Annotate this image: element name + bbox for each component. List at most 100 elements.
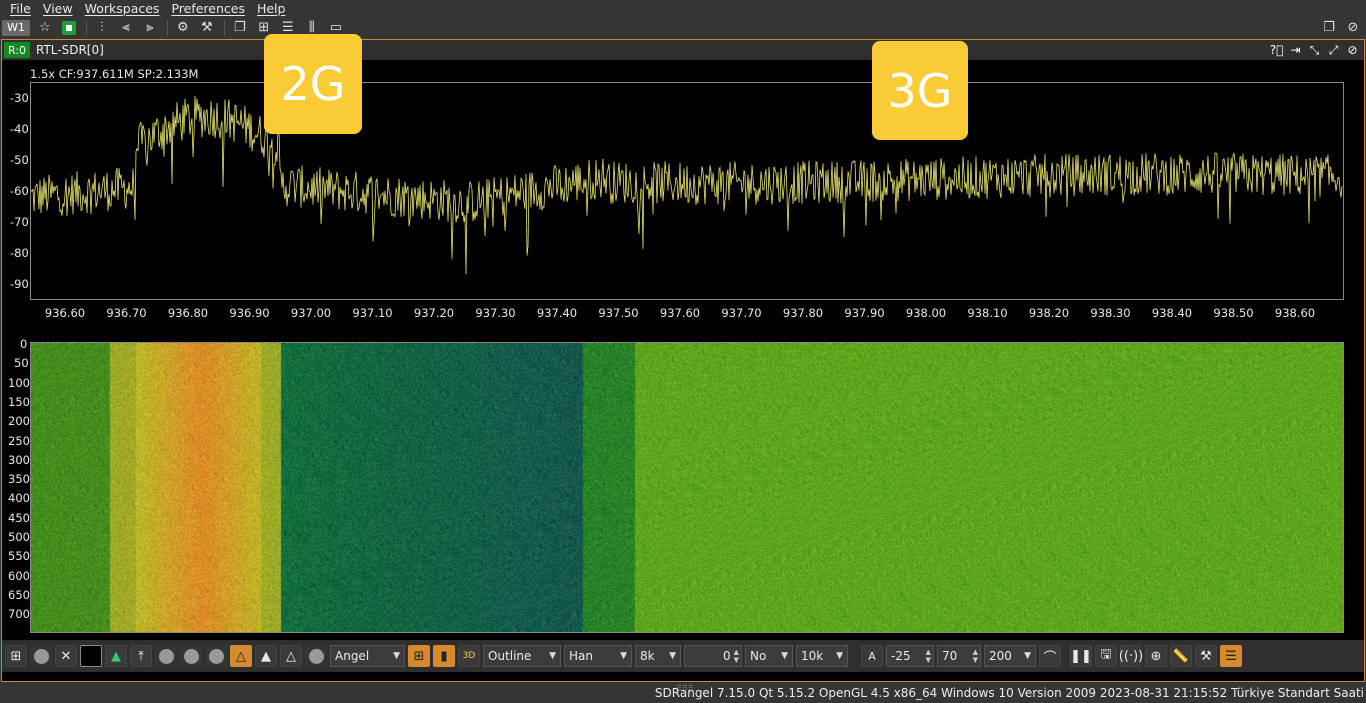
feature-settings-icon[interactable]: ⚒ xyxy=(196,18,218,38)
waterfall-color-icon[interactable] xyxy=(80,645,102,667)
star-icon[interactable]: ☆ xyxy=(34,18,56,38)
help-icon[interactable]: ?⃝ xyxy=(1267,41,1286,59)
add-mimo-icon[interactable]: ⫸ xyxy=(139,18,161,38)
waterfall-tick-label: 50 xyxy=(14,356,29,371)
spectrum-waterfall-icon[interactable]: ⊞ xyxy=(408,645,430,667)
averaging-mode-select[interactable]: No ▼ xyxy=(745,645,793,667)
y-tick-label: -30 xyxy=(10,91,29,105)
x-tick-label: 936.70 xyxy=(106,306,147,320)
grid-intensity-dial[interactable] xyxy=(30,645,52,667)
waterfall-display[interactable] xyxy=(30,342,1344,633)
waterfall-tick-label: 0 xyxy=(20,337,28,351)
auto-scale-button[interactable]: A xyxy=(861,645,883,667)
stop-icon[interactable] xyxy=(58,18,80,38)
add-rx-icon[interactable]: ⫶ xyxy=(91,18,113,38)
overlay-label-2g: 2G xyxy=(264,34,362,134)
rx-badge[interactable]: R:0 xyxy=(4,42,31,58)
maximize-icon[interactable]: ⤢ xyxy=(1324,41,1343,59)
x-tick-label: 936.80 xyxy=(167,306,209,320)
add-tx-icon[interactable]: ⫷ xyxy=(115,18,137,38)
waterfall-tick-label: 250 xyxy=(8,433,30,448)
averaging-select[interactable]: 200 ▼ xyxy=(984,645,1036,667)
toolbar-separator xyxy=(223,19,225,36)
clear-icon[interactable]: ✕ xyxy=(55,645,77,667)
fft-size-select[interactable]: 8k ▼ xyxy=(635,645,681,667)
y-tick-label: -70 xyxy=(10,215,29,229)
menu-preferences[interactable]: Preferences xyxy=(171,1,245,16)
three-d-button[interactable]: 3D xyxy=(458,645,480,667)
workspace-badge[interactable]: W1 xyxy=(2,19,30,36)
decay-dial[interactable] xyxy=(180,645,202,667)
trace-icon[interactable]: ⤒ xyxy=(130,645,152,667)
x-tick-label: 937.00 xyxy=(290,306,332,320)
range-spin[interactable]: 70 ▲ ▼ xyxy=(937,645,981,667)
x-tick-label: 938.00 xyxy=(905,306,947,320)
linear-scale-icon[interactable]: ⌒ xyxy=(1039,645,1061,667)
measure-icon[interactable]: 📏 xyxy=(1170,645,1192,667)
current-icon[interactable]: ▲ xyxy=(255,645,277,667)
x-tick-label: 938.40 xyxy=(1151,306,1193,320)
save-icon[interactable]: 🖫 xyxy=(1095,645,1117,667)
waterfall-tick-label: 100 xyxy=(8,375,30,390)
overlay-label-3g: 3G xyxy=(872,41,968,140)
settings-menu-icon[interactable]: ☰ xyxy=(1220,645,1242,667)
move-to-workspace-icon[interactable]: ⇥ xyxy=(1286,41,1305,59)
max-hold-icon[interactable]: △ xyxy=(230,645,252,667)
close-icon[interactable]: ⊘ xyxy=(1343,41,1362,59)
spectrum-area: 1.5x CF:937.611M SP:2.133M -30 -40 -50 -60 -… xyxy=(2,60,1364,633)
freeze-icon[interactable]: ❚❚ xyxy=(1070,645,1092,667)
toolbar-separator xyxy=(166,19,168,36)
device-title: RTL-SDR[0] xyxy=(36,43,104,57)
menu-bar: File View Workspaces Preferences Help xyxy=(0,0,1366,16)
hide-icon[interactable]: ⊘ xyxy=(1342,18,1364,38)
trace-intensity-dial[interactable] xyxy=(155,645,177,667)
gradient-icon[interactable]: △ xyxy=(280,645,302,667)
waterfall-tick-label: 550 xyxy=(8,549,30,564)
contrast-dial[interactable] xyxy=(305,645,327,667)
ref-level-spin[interactable]: -25 ▲ ▼ xyxy=(886,645,934,667)
waterfall-tick-label: 350 xyxy=(8,472,30,487)
cascade-windows-icon[interactable]: ❐ xyxy=(229,18,251,38)
waterfall-tick-label: 300 xyxy=(8,452,30,467)
menu-file[interactable]: File xyxy=(10,1,31,16)
fft-style-select[interactable]: Outline ▼ xyxy=(483,645,561,667)
menu-help[interactable]: Help xyxy=(257,1,286,16)
panel-header: R:0 RTL-SDR[0] ?⃝ ⇥ ⤡ ⤢ ⊘ xyxy=(2,40,1364,60)
y-tick-label: -90 xyxy=(10,277,29,291)
fft-window-select[interactable]: Han ▼ xyxy=(564,645,632,667)
restore-icon[interactable]: ❐ xyxy=(1318,18,1340,38)
palette-select[interactable]: Angel ▼ xyxy=(330,645,405,667)
workspace-toolbar: W1 ☆ ⫶ ⫷ ⫸ ⚙ ⚒ ❐ ⊞ ☰ ⫼ ▭ ❐ ⊘ xyxy=(0,17,1366,38)
menu-view[interactable]: View xyxy=(43,1,73,16)
markers-icon[interactable]: ⊕ xyxy=(1145,645,1167,667)
x-tick-label: 937.50 xyxy=(598,306,639,320)
toolbar-separator xyxy=(85,19,87,36)
x-tick-label: 938.10 xyxy=(967,306,1008,320)
x-tick-label: 937.60 xyxy=(659,306,701,320)
rate-cap-select[interactable]: 10k ▼ xyxy=(796,645,848,667)
shrink-icon[interactable]: ⤡ xyxy=(1305,41,1324,59)
x-tick-label: 936.60 xyxy=(44,306,86,320)
y-tick-label: -60 xyxy=(10,184,29,198)
x-tick-label: 937.40 xyxy=(536,306,578,320)
websocket-icon[interactable]: ((·)) xyxy=(1119,645,1143,667)
x-tick-label: 937.90 xyxy=(844,306,885,320)
waterfall-tick-label: 150 xyxy=(8,394,30,409)
grid-icon[interactable]: ⊞ xyxy=(5,645,27,667)
waterfall-tick-label: 400 xyxy=(8,491,30,506)
stroke-dial[interactable] xyxy=(205,645,227,667)
waterfall-tick-label: 200 xyxy=(8,414,30,429)
device-panel: R:0 RTL-SDR[0] ?⃝ ⇥ ⤡ ⤢ ⊘ 1.5x CF:937.61… xyxy=(1,34,1365,682)
waterfall-only-icon[interactable]: ▮ xyxy=(433,645,455,667)
add-feature-icon[interactable]: ⚙ xyxy=(172,18,194,38)
calibration-icon[interactable]: ⚒ xyxy=(1195,645,1217,667)
status-text: SDRangel 7.15.0 Qt 5.15.2 OpenGL 4.5 x86… xyxy=(654,686,1364,700)
histogram-icon[interactable]: ▲ xyxy=(105,645,127,667)
waterfall-tick-label: 700 xyxy=(8,607,30,622)
x-tick-label: 937.80 xyxy=(782,306,824,320)
spectrum-plot[interactable] xyxy=(30,82,1344,300)
waterfall-tick-label: 650 xyxy=(8,587,30,602)
fft-overlap-spin[interactable]: 0 ▲ ▼ xyxy=(684,645,742,667)
menu-workspaces[interactable]: Workspaces xyxy=(85,1,160,16)
x-tick-label: 938.30 xyxy=(1090,306,1131,320)
